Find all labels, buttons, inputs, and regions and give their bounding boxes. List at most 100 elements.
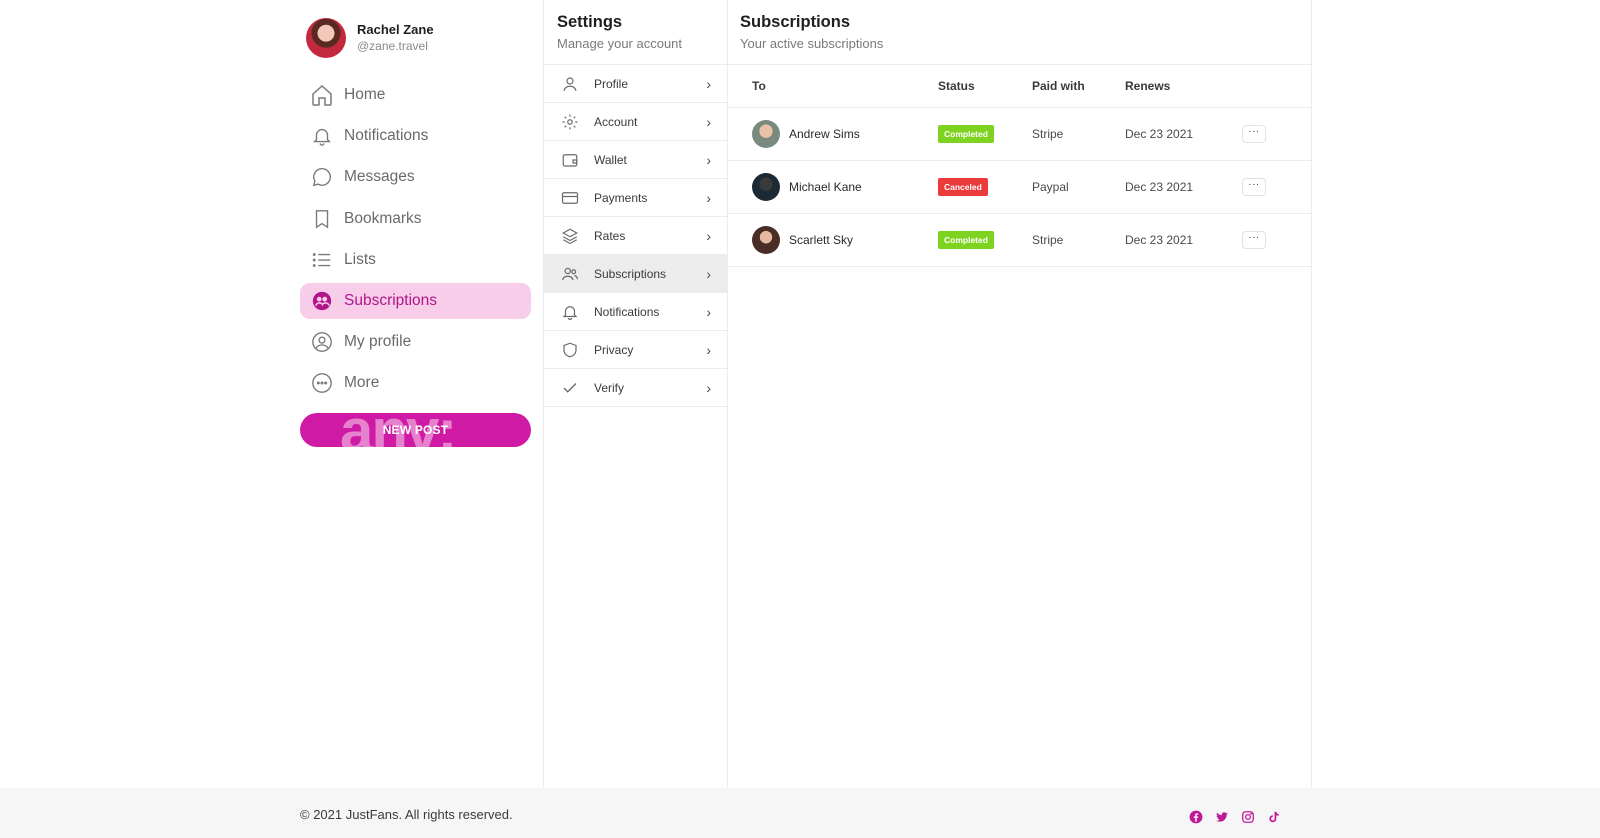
- settings-item-label: Profile: [594, 76, 629, 91]
- renews-date: Dec 23 2021: [1125, 233, 1194, 247]
- paid-with: Stripe: [1032, 233, 1064, 247]
- user-name: Andrew Sims: [789, 127, 860, 141]
- user-profile[interactable]: Rachel Zane @zane.travel: [306, 18, 434, 58]
- table-row: Scarlett Sky Completed Stripe Dec 23 202…: [728, 214, 1311, 267]
- nav-item-label: Notifications: [344, 127, 429, 145]
- more-actions-button[interactable]: ···: [1242, 125, 1266, 143]
- instagram-icon[interactable]: [1240, 809, 1255, 824]
- nav-item-label: Messages: [344, 168, 415, 186]
- subscriptions-header: Subscriptions Your active subscriptions: [728, 0, 1311, 65]
- nav-item-messages[interactable]: Messages: [300, 159, 531, 195]
- renews-date: Dec 23 2021: [1125, 127, 1194, 141]
- user-circle-icon: [310, 330, 334, 354]
- more-circle-icon: [310, 371, 334, 395]
- user-name: Michael Kane: [789, 180, 862, 194]
- user-name: Scarlett Sky: [789, 233, 854, 247]
- settings-item-rates[interactable]: Rates ›: [544, 217, 727, 255]
- nav-item-bookmarks[interactable]: Bookmarks: [300, 201, 531, 237]
- shield-icon: [560, 340, 580, 360]
- chevron-right-icon: ›: [706, 75, 711, 92]
- user-icon: [560, 74, 580, 94]
- settings-item-payments[interactable]: Payments ›: [544, 179, 727, 217]
- paid-with: Stripe: [1032, 127, 1064, 141]
- settings-item-label: Notifications: [594, 304, 660, 319]
- credit-card-icon: [560, 188, 580, 208]
- settings-item-wallet[interactable]: Wallet ›: [544, 141, 727, 179]
- settings-item-label: Verify: [594, 380, 625, 395]
- avatar[interactable]: [752, 173, 780, 201]
- avatar[interactable]: [306, 18, 346, 58]
- settings-item-label: Account: [594, 114, 638, 129]
- nav-item-label: More: [344, 374, 380, 392]
- settings-item-subscriptions[interactable]: Subscriptions ›: [544, 255, 727, 293]
- settings-item-notifications[interactable]: Notifications ›: [544, 293, 727, 331]
- subscription-user[interactable]: Michael Kane: [752, 173, 862, 201]
- nav-item-my-profile[interactable]: My profile: [300, 324, 531, 360]
- settings-item-label: Wallet: [594, 152, 627, 167]
- footer: © 2021 JustFans. All rights reserved.: [0, 788, 1600, 838]
- users-icon: [560, 264, 580, 284]
- nav-item-label: Bookmarks: [344, 209, 422, 227]
- settings-item-profile[interactable]: Profile ›: [544, 65, 727, 103]
- chat-bubble-icon: [310, 165, 334, 189]
- column-header-status: Status: [938, 79, 975, 93]
- gear-icon: [560, 112, 580, 132]
- chevron-right-icon: ›: [706, 303, 711, 320]
- user-handle: @zane.travel: [357, 38, 428, 53]
- settings-item-account[interactable]: Account ›: [544, 103, 727, 141]
- social-links: [1188, 809, 1281, 824]
- page-subtitle: Your active subscriptions: [740, 36, 884, 51]
- subscription-user[interactable]: Andrew Sims: [752, 120, 860, 148]
- subscription-user[interactable]: Scarlett Sky: [752, 226, 853, 254]
- nav-item-subscriptions[interactable]: Subscriptions: [300, 282, 531, 319]
- new-post-button[interactable]: anv: NEW POST: [300, 413, 531, 447]
- more-actions-button[interactable]: ···: [1242, 178, 1266, 196]
- avatar[interactable]: [752, 226, 780, 254]
- nav-item-lists[interactable]: Lists: [300, 242, 531, 278]
- settings-item-label: Rates: [594, 228, 626, 243]
- subscriptions-icon: [310, 289, 334, 313]
- table-row: Michael Kane Canceled Paypal Dec 23 2021…: [728, 161, 1311, 214]
- settings-item-label: Payments: [594, 190, 648, 205]
- user-name: Rachel Zane: [357, 21, 434, 37]
- status-badge: Completed: [938, 231, 994, 249]
- settings-item-label: Privacy: [594, 342, 634, 357]
- chevron-right-icon: ›: [706, 227, 711, 244]
- subscriptions-panel: Subscriptions Your active subscriptions …: [728, 0, 1312, 788]
- facebook-icon[interactable]: [1188, 809, 1203, 824]
- table-row: Andrew Sims Completed Stripe Dec 23 2021…: [728, 108, 1311, 161]
- home-icon: [310, 83, 334, 107]
- nav-item-label: Lists: [344, 250, 376, 268]
- nav-item-home[interactable]: Home: [300, 77, 531, 113]
- status-badge: Canceled: [938, 178, 988, 196]
- settings-title: Settings: [557, 13, 623, 31]
- chevron-right-icon: ›: [706, 265, 711, 282]
- paid-with: Paypal: [1032, 180, 1069, 194]
- new-post-label: NEW POST: [382, 423, 449, 437]
- wallet-icon: [560, 150, 580, 170]
- renews-date: Dec 23 2021: [1125, 180, 1194, 194]
- chevron-right-icon: ›: [706, 113, 711, 130]
- copyright-text: © 2021 JustFans. All rights reserved.: [300, 807, 513, 822]
- nav-item-label: Subscriptions: [344, 291, 438, 309]
- more-actions-button[interactable]: ···: [1242, 231, 1266, 249]
- page-title: Subscriptions: [740, 13, 851, 31]
- avatar[interactable]: [752, 120, 780, 148]
- bell-icon: [560, 302, 580, 322]
- chevron-right-icon: ›: [706, 379, 711, 396]
- list-icon: [310, 248, 334, 272]
- tiktok-icon[interactable]: [1266, 809, 1281, 824]
- nav-item-more[interactable]: More: [300, 365, 531, 401]
- nav-item-notifications[interactable]: Notifications: [300, 118, 531, 154]
- twitter-icon[interactable]: [1214, 809, 1229, 824]
- chevron-right-icon: ›: [706, 341, 711, 358]
- settings-item-verify[interactable]: Verify ›: [544, 369, 727, 407]
- settings-item-label: Subscriptions: [594, 266, 667, 281]
- table-header: To Status Paid with Renews: [728, 65, 1311, 108]
- settings-item-privacy[interactable]: Privacy ›: [544, 331, 727, 369]
- nav-item-label: My profile: [344, 333, 412, 351]
- bookmark-icon: [310, 207, 334, 231]
- chevron-right-icon: ›: [706, 151, 711, 168]
- settings-subtitle: Manage your account: [557, 36, 683, 51]
- left-sidebar: Rachel Zane @zane.travel Home Notificati…: [0, 0, 544, 788]
